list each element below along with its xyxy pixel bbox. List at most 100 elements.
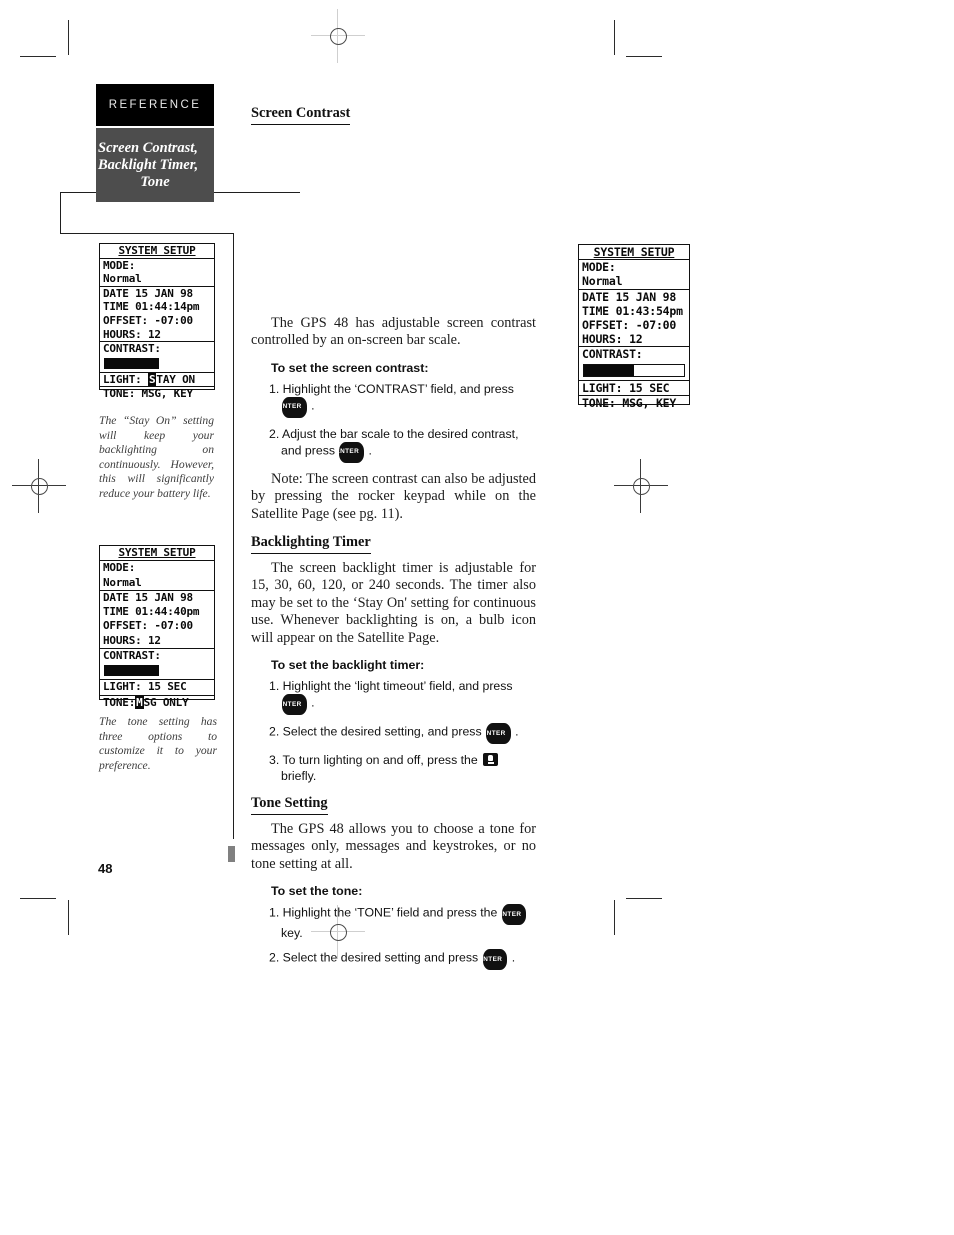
section-title-line-1: Screen Contrast, [98,139,198,156]
gps-contrast-bar-fill [584,364,634,376]
section-title-line-2: Backlight Timer, [98,156,199,173]
gps-title: SYSTEM SETUP [118,244,196,257]
enter-key-icon: ENTER [479,949,508,971]
gps-contrast-bar [104,665,210,677]
printed-page: REFERENCE Screen Contrast, Backlight Tim… [0,0,954,1235]
gps-hours: HOURS: 12 [103,633,161,647]
crop-mark-bottom-right-v [614,900,615,935]
step-text-post: . [511,950,516,965]
section-tab-header: REFERENCE [96,84,214,126]
gps-time: TIME 01:44:14pm [103,300,200,314]
gps-screen-msg-only: SYSTEM SETUP MODE: Normal DATE 15 JAN 98… [99,545,215,709]
section-screen-contrast-heading-wrap: Screen Contrast [251,104,536,125]
step-text-post: . [311,398,315,413]
steps-tone: 1. Highlight the ‘TONE’ field and press … [251,904,536,971]
gps-contrast-bar-fill [104,665,160,677]
gps-offset: OFFSET: -07:00 [103,313,193,327]
gps-date: DATE 15 JAN 98 [579,288,689,304]
gps-tone-highlight: M [135,695,144,709]
enter-key-icon: ENTER [482,723,511,745]
gps-date: DATE 15 JAN 98 [100,589,214,605]
gps-light-suffix: TAY ON [156,372,195,386]
step-text-post: . [515,724,519,739]
gps-tone-prefix: TONE: [103,695,136,709]
gps-mode-label: MODE: [100,257,214,273]
gps-tone-suffix: SG ONLY [143,695,189,709]
gps-contrast-bar [583,363,685,377]
gps-mode-label: MODE: [100,560,214,575]
sidebar-frame-vertical-lower [233,233,234,839]
gps-contrast-bar-fill [104,357,160,369]
registration-mark-left [12,459,66,513]
list-item: 2. Select the desired setting, and press… [251,723,536,745]
crop-mark-top-left-v [68,20,69,55]
main-text-column: Screen Contrast SYSTEM SETUP MODE: Norma… [251,104,690,978]
step-text: 1. Highlight the ‘CONTRAST’ field, and p… [269,381,514,396]
gps-hours: HOURS: 12 [582,332,643,347]
gps-light: LIGHT: 15 SEC [579,379,689,395]
gps-contrast-bar [104,357,210,369]
subheading-set-screen-contrast: To set the screen contrast: [271,360,429,375]
sidebar-frame-vertical-upper [60,192,61,234]
step-text: 3. To turn lighting on and off, press th… [269,753,478,768]
heading-backlighting-timer: Backlighting Timer [251,534,371,555]
heading-tone-setting: Tone Setting [251,795,328,816]
crop-mark-bottom-left-v [68,900,69,935]
gps-time: TIME 01:43:54pm [582,303,683,318]
gps-hours: HOURS: 12 [103,327,161,341]
sidebar-rule-left [60,192,96,193]
subheading-set-tone: To set the tone: [271,884,363,899]
list-item: 1. Highlight the ‘TONE’ field and press … [251,904,536,941]
paragraph-backlighting-intro: The screen backlight timer is adjustable… [251,560,536,646]
crop-mark-top-right-v [614,20,615,55]
step-text: 2. Select the desired setting, and press [269,724,482,739]
gps-tone: TONE: MSG, KEY [579,394,689,410]
crop-mark-top-left-h [20,56,56,57]
section-tone-heading-wrap: Tone Setting [251,794,536,816]
subheading-set-backlight-timer: To set the backlight timer: [271,658,425,673]
enter-key-icon: ENTER [335,441,365,463]
page-edge-tab-mark [228,846,235,862]
gps-mode-label: MODE: [579,259,689,274]
list-item: 1. Highlight the ‘CONTRAST’ field, and p… [251,381,536,418]
gps-contrast-label: CONTRAST: [100,341,214,356]
gps-offset: OFFSET: -07:00 [582,318,677,333]
step-text-post: key. [281,926,303,941]
heading-screen-contrast: Screen Contrast [251,105,351,125]
step-text: 2. Select the desired setting and press [269,950,479,965]
step-text-post: . [368,443,372,458]
gps-mode-value: Normal [103,575,142,589]
paragraph-tone-intro: The GPS 48 allows you to choose a tone f… [251,821,536,872]
paragraph-screen-contrast-intro: The GPS 48 has adjustable screen contras… [251,315,536,349]
enter-key-icon: ENTER [278,396,307,418]
gps-light: LIGHT: 15 SEC [100,679,214,694]
gps-contrast-label: CONTRAST: [100,648,214,663]
gps-screen-system-setup: SYSTEM SETUP MODE: Normal DATE 15 JAN 98… [578,244,690,410]
registration-mark-top [311,9,365,63]
gps-offset: OFFSET: -07:00 [103,619,193,633]
gps-title: SYSTEM SETUP [593,245,675,259]
step-text: 1. Highlight the ‘light timeout’ field, … [269,679,513,694]
gps-mode-value: Normal [582,274,623,289]
section-title-line-3: Tone [140,173,170,190]
caption-tone: The tone setting has three options to cu… [99,715,217,772]
gps-tone-row: TONE:MSG ONLY [100,694,214,710]
enter-key-icon: ENTER [278,694,307,716]
crop-mark-top-right-h [626,56,662,57]
paragraph-screen-contrast-note: Note: The screen contrast can also be ad… [251,470,536,522]
section-tab-label: REFERENCE [108,99,202,111]
step-text: 2. Adjust the bar scale to the desired c… [269,426,519,458]
gps-date: DATE 15 JAN 98 [100,285,214,301]
section-backlighting-heading-wrap: Backlighting Timer [251,533,536,555]
crop-mark-bottom-left-h [20,898,56,899]
gps-tone: TONE: MSG, KEY [100,386,214,401]
lamp-key-icon [483,753,499,767]
steps-screen-contrast: 1. Highlight the ‘CONTRAST’ field, and p… [251,381,536,463]
registration-mark-right [614,459,668,513]
page-number: 48 [98,861,113,876]
list-item: 2. Select the desired setting and press … [251,949,536,971]
gps-time: TIME 01:44:40pm [103,605,200,619]
list-item: 1. Highlight the ‘light timeout’ field, … [251,678,536,716]
crop-mark-bottom-right-h [626,898,662,899]
gps-title: SYSTEM SETUP [118,546,196,559]
